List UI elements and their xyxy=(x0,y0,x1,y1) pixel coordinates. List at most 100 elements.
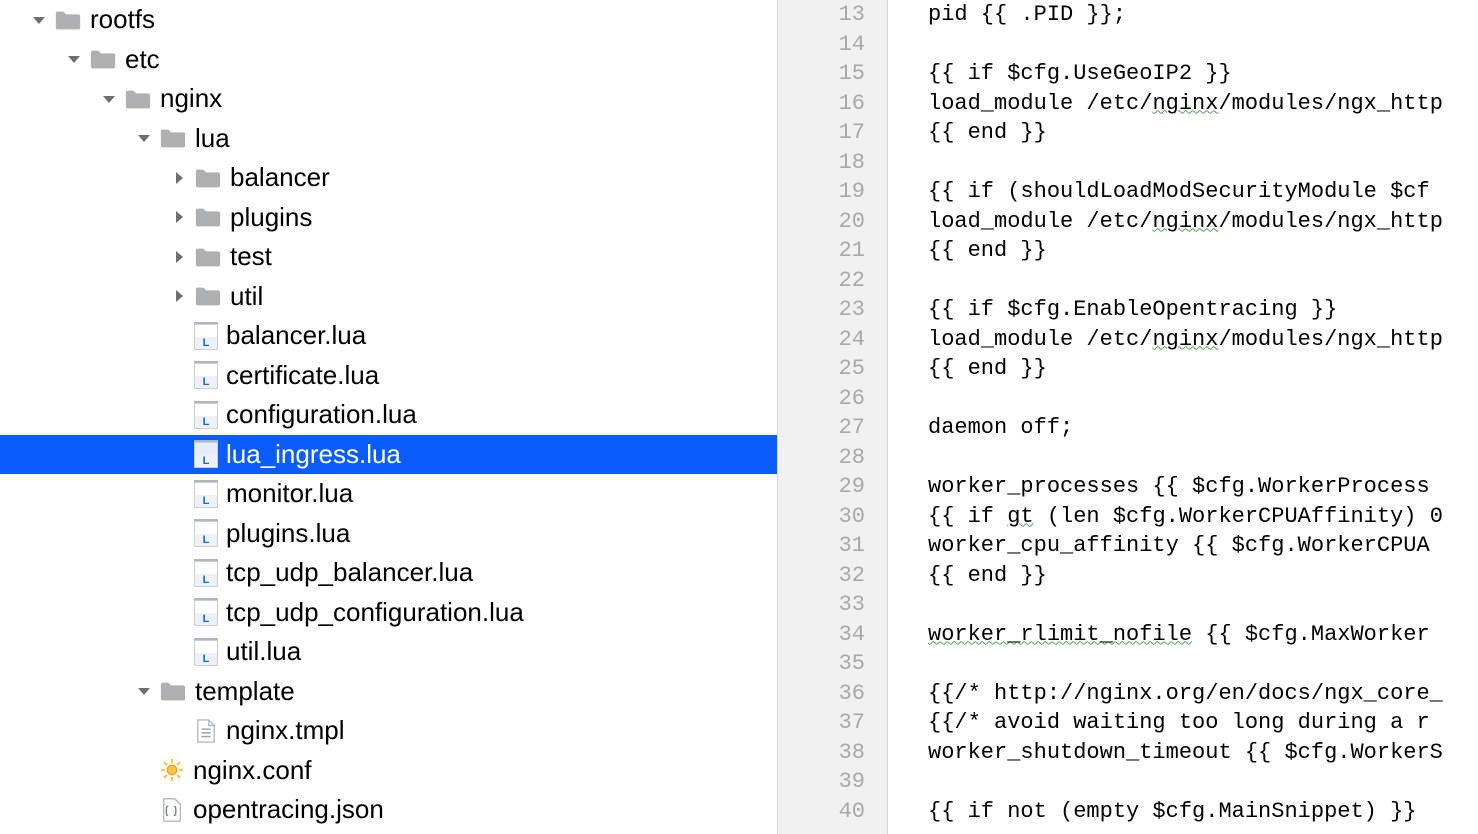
code-line[interactable] xyxy=(928,266,1478,296)
tree-row-configuration-lua[interactable]: configuration.lua xyxy=(0,395,777,435)
lua-icon xyxy=(194,440,218,468)
code-line[interactable]: {{/* http://nginx.org/en/docs/ngx_core_ xyxy=(928,679,1478,709)
code-text: load_module /etc/ xyxy=(928,209,1152,234)
tree-row-opentracing-json[interactable]: opentracing.json xyxy=(0,790,777,830)
folder-icon xyxy=(54,6,82,34)
gutter-line-number: 14 xyxy=(778,30,887,60)
lua-icon xyxy=(194,361,218,389)
code-text: {{ end }} xyxy=(928,563,1047,588)
disclosure-expanded-icon[interactable] xyxy=(135,682,153,700)
tree-row-test[interactable]: test xyxy=(0,237,777,277)
tree-row-util[interactable]: util xyxy=(0,277,777,317)
tree-row-plugins[interactable]: plugins xyxy=(0,198,777,238)
code-line[interactable]: {{ if $cfg.UseGeoIP2 }} xyxy=(928,59,1478,89)
code-line[interactable] xyxy=(928,384,1478,414)
tree-item-label: lua xyxy=(195,123,230,154)
folder-icon xyxy=(194,164,222,192)
app-root: rootfsetcnginxluabalancerpluginstestutil… xyxy=(0,0,1478,834)
code-text: {{ if (shouldLoadModSecurityModule $cf xyxy=(928,179,1430,204)
code-line[interactable] xyxy=(928,767,1478,797)
code-line[interactable]: {{/* avoid waiting too long during a r xyxy=(928,708,1478,738)
code-line[interactable]: {{ if $cfg.EnableOpentracing }} xyxy=(928,295,1478,325)
code-warning-text: nginx xyxy=(1152,91,1218,116)
gutter-line-number: 30 xyxy=(778,502,887,532)
lua-icon xyxy=(194,598,218,626)
gutter-line-number: 24 xyxy=(778,325,887,355)
disclosure-collapsed-icon[interactable] xyxy=(170,208,188,226)
code-text: daemon off; xyxy=(928,415,1073,440)
code-line[interactable]: load_module /etc/nginx/modules/ngx_http xyxy=(928,89,1478,119)
code-line[interactable] xyxy=(928,30,1478,60)
tree-row-certificate-lua[interactable]: certificate.lua xyxy=(0,356,777,396)
code-line[interactable]: worker_processes {{ $cfg.WorkerProcess xyxy=(928,472,1478,502)
tree-item-label: util.lua xyxy=(226,636,301,667)
tree-item-label: configuration.lua xyxy=(226,399,417,430)
folder-icon xyxy=(89,45,117,73)
tree-row-nginx-tmpl[interactable]: nginx.tmpl xyxy=(0,711,777,751)
tree-item-label: plugins xyxy=(230,202,312,233)
tree-item-label: balancer xyxy=(230,162,330,193)
tree-row-tcp-udp-balancer-lua[interactable]: tcp_udp_balancer.lua xyxy=(0,553,777,593)
gutter-line-number: 23 xyxy=(778,295,887,325)
code-line[interactable]: worker_rlimit_nofile {{ $cfg.MaxWorker xyxy=(928,620,1478,650)
editor-gutter: 1314151617181920212223242526272829303132… xyxy=(778,0,888,834)
tree-row-plugins-lua[interactable]: plugins.lua xyxy=(0,514,777,554)
tree-row-template[interactable]: template xyxy=(0,672,777,712)
code-line[interactable]: {{ if not (empty $cfg.MainSnippet) }} xyxy=(928,797,1478,827)
code-line[interactable]: daemon off; xyxy=(928,413,1478,443)
tree-row-nginx-conf[interactable]: nginx.conf xyxy=(0,751,777,791)
code-line[interactable] xyxy=(928,649,1478,679)
code-line[interactable]: load_module /etc/nginx/modules/ngx_http xyxy=(928,207,1478,237)
lua-icon xyxy=(194,519,218,547)
disclosure-collapsed-icon[interactable] xyxy=(170,169,188,187)
disclosure-collapsed-icon[interactable] xyxy=(170,287,188,305)
tree-row-balancer[interactable]: balancer xyxy=(0,158,777,198)
code-text: {{ end }} xyxy=(928,120,1047,145)
code-text: /modules/ngx_http xyxy=(1218,91,1442,116)
disclosure-expanded-icon[interactable] xyxy=(65,50,83,68)
tree-row-etc[interactable]: etc xyxy=(0,40,777,80)
code-warning-text: worker_rlimit_nofile xyxy=(928,622,1192,647)
gutter-line-number: 17 xyxy=(778,118,887,148)
code-line[interactable]: {{ end }} xyxy=(928,118,1478,148)
code-line[interactable] xyxy=(928,443,1478,473)
folder-icon xyxy=(159,677,187,705)
disclosure-expanded-icon[interactable] xyxy=(30,11,48,29)
code-line[interactable]: {{ end }} xyxy=(928,561,1478,591)
tree-row-rootfs[interactable]: rootfs xyxy=(0,0,777,40)
code-line[interactable] xyxy=(928,590,1478,620)
editor-code-area[interactable]: pid {{ .PID }}; {{ if $cfg.UseGeoIP2 }}l… xyxy=(888,0,1478,834)
tree-row-balancer-lua[interactable]: balancer.lua xyxy=(0,316,777,356)
gutter-line-number: 34 xyxy=(778,620,887,650)
code-line[interactable]: {{ end }} xyxy=(928,354,1478,384)
tree-row-nginx[interactable]: nginx xyxy=(0,79,777,119)
tree-item-label: lua_ingress.lua xyxy=(226,439,401,470)
code-line[interactable]: worker_shutdown_timeout {{ $cfg.WorkerS xyxy=(928,738,1478,768)
tree-row-lua-ingress-lua[interactable]: lua_ingress.lua xyxy=(0,435,777,475)
code-line[interactable]: pid {{ .PID }}; xyxy=(928,0,1478,30)
tree-row-tcp-udp-configuration-lua[interactable]: tcp_udp_configuration.lua xyxy=(0,593,777,633)
gutter-line-number: 29 xyxy=(778,472,887,502)
gutter-line-number: 33 xyxy=(778,590,887,620)
file-tree-panel[interactable]: rootfsetcnginxluabalancerpluginstestutil… xyxy=(0,0,778,834)
gutter-line-number: 31 xyxy=(778,531,887,561)
code-line[interactable]: worker_cpu_affinity {{ $cfg.WorkerCPUA xyxy=(928,531,1478,561)
code-line[interactable]: {{ if gt (len $cfg.WorkerCPUAffinity) 0 xyxy=(928,502,1478,532)
code-line[interactable]: {{ end }} xyxy=(928,236,1478,266)
lua-icon xyxy=(194,559,218,587)
tree-item-label: nginx.conf xyxy=(193,755,312,786)
code-line[interactable]: {{ if (shouldLoadModSecurityModule $cf xyxy=(928,177,1478,207)
code-text: /modules/ngx_http xyxy=(1218,327,1442,352)
code-line[interactable]: load_module /etc/nginx/modules/ngx_http xyxy=(928,325,1478,355)
disclosure-expanded-icon[interactable] xyxy=(135,129,153,147)
tree-row-lua[interactable]: lua xyxy=(0,119,777,159)
code-line[interactable] xyxy=(928,148,1478,178)
gutter-line-number: 18 xyxy=(778,148,887,178)
disclosure-expanded-icon[interactable] xyxy=(100,90,118,108)
disclosure-collapsed-icon[interactable] xyxy=(170,248,188,266)
tree-row-util-lua[interactable]: util.lua xyxy=(0,632,777,672)
tree-row-monitor-lua[interactable]: monitor.lua xyxy=(0,474,777,514)
code-text: pid {{ .PID }}; xyxy=(928,2,1126,27)
folder-icon xyxy=(194,243,222,271)
gutter-line-number: 15 xyxy=(778,59,887,89)
